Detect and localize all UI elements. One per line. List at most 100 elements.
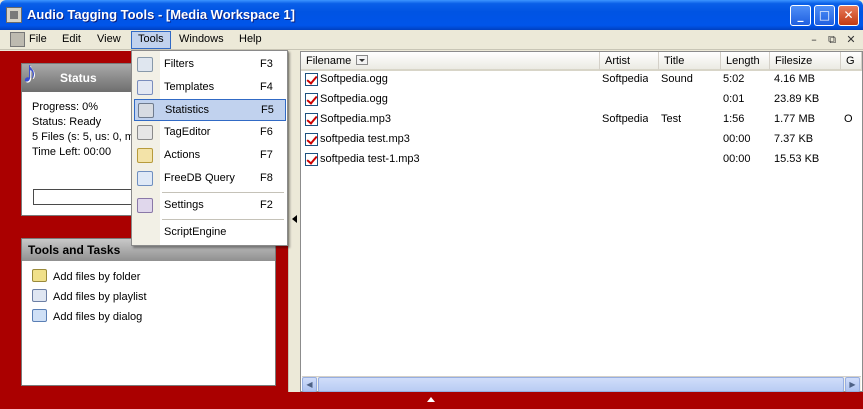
menu-item-shortcut: F4: [260, 81, 273, 93]
table-row[interactable]: Softpedia.ogg 0:01 23.89 KB: [301, 91, 862, 111]
mdi-restore-button[interactable]: ⧉: [825, 33, 839, 47]
row-checkbox[interactable]: [305, 113, 318, 126]
mdi-minimize-button[interactable]: –: [807, 33, 821, 47]
column-title[interactable]: Title: [659, 52, 721, 71]
cell-filesize: 1.77 MB: [774, 113, 815, 125]
menu-view[interactable]: View: [91, 31, 127, 49]
table-row[interactable]: Softpedia.ogg Softpedia Sound 5:02 4.16 …: [301, 71, 862, 91]
menu-help[interactable]: Help: [233, 31, 268, 49]
task-label: Add files by folder: [53, 271, 141, 283]
template-icon: [137, 80, 153, 95]
cell-length: 1:56: [723, 113, 745, 125]
menu-item-scriptengine[interactable]: ScriptEngine: [134, 222, 286, 244]
scroll-left-button[interactable]: ◀: [302, 377, 317, 392]
status-header-label: Status: [60, 71, 97, 85]
expand-up-icon[interactable]: [427, 397, 435, 402]
menu-item-actions[interactable]: Actions F7: [134, 145, 286, 167]
cell-artist: Softpedia: [602, 113, 649, 125]
bottom-splitter[interactable]: [0, 392, 863, 409]
cell-length: 5:02: [723, 73, 745, 85]
menu-item-freedb-query[interactable]: FreeDB Query F8: [134, 168, 286, 190]
file-list: Filename Artist Title Length Filesize G …: [300, 51, 863, 392]
cell-extra: O: [844, 113, 853, 125]
cell-length: 00:00: [723, 133, 751, 145]
music-note-icon: ♪: [22, 56, 37, 89]
row-checkbox[interactable]: [305, 133, 318, 146]
menu-item-label: Filters: [164, 58, 194, 70]
menu-item-label: Settings: [164, 199, 204, 211]
menu-item-shortcut: F3: [260, 58, 273, 70]
column-dropdown-icon[interactable]: [356, 55, 369, 65]
minimize-button[interactable]: _: [790, 5, 811, 26]
scroll-right-button[interactable]: ▶: [845, 377, 860, 392]
actions-icon: [137, 148, 153, 163]
row-checkbox[interactable]: [305, 153, 318, 166]
scroll-thumb[interactable]: [318, 377, 844, 392]
task-label: Add files by dialog: [53, 311, 143, 323]
menu-item-shortcut: F2: [260, 199, 273, 211]
menu-item-label: Statistics: [165, 104, 210, 116]
pane-splitter[interactable]: [288, 51, 300, 392]
title-bar: Audio Tagging Tools - [Media Workspace 1…: [0, 0, 863, 30]
folder-icon: [32, 269, 47, 282]
menu-tools[interactable]: Tools: [131, 31, 171, 49]
column-extra[interactable]: G: [841, 52, 862, 71]
task-add-by-playlist[interactable]: Add files by playlist: [32, 289, 147, 305]
menu-item-shortcut: F8: [260, 172, 273, 184]
column-length[interactable]: Length: [721, 52, 770, 71]
menu-item-label: TagEditor: [164, 126, 211, 138]
menu-item-shortcut: F5: [261, 104, 274, 116]
task-add-by-dialog[interactable]: Add files by dialog: [32, 309, 142, 325]
statistics-icon: [138, 103, 154, 118]
task-add-by-folder[interactable]: Add files by folder: [32, 269, 140, 285]
menu-item-tageditor[interactable]: TagEditor F6: [134, 122, 286, 144]
menu-item-label: Templates: [164, 81, 215, 93]
freedb-icon: [137, 171, 153, 186]
table-row[interactable]: softpedia test.mp3 00:00 7.37 KB: [301, 131, 862, 151]
menu-separator: [162, 192, 284, 193]
menu-separator: [162, 219, 284, 220]
menu-item-templates[interactable]: Templates F4: [134, 77, 286, 99]
cell-filename: Softpedia.ogg: [320, 73, 388, 85]
app-icon[interactable]: [6, 7, 22, 23]
menu-item-label: Actions: [164, 149, 201, 161]
table-row[interactable]: softpedia test-1.mp3 00:00 15.53 KB: [301, 151, 862, 171]
menu-file[interactable]: File: [23, 31, 53, 49]
menu-windows[interactable]: Windows: [173, 31, 230, 49]
settings-icon: [137, 198, 153, 213]
horizontal-scrollbar[interactable]: ◀ ▶: [302, 376, 861, 392]
cell-filename: Softpedia.mp3: [320, 113, 391, 125]
menu-item-settings[interactable]: Settings F2: [134, 195, 286, 217]
table-row[interactable]: Softpedia.mp3 Softpedia Test 1:56 1.77 M…: [301, 111, 862, 131]
maximize-button[interactable]: □: [814, 5, 835, 26]
window-title: Audio Tagging Tools - [Media Workspace 1…: [27, 7, 295, 22]
menu-item-label: FreeDB Query: [164, 172, 235, 184]
row-checkbox[interactable]: [305, 93, 318, 106]
menu-item-statistics[interactable]: Statistics F5: [134, 99, 286, 121]
menu-bar: File Edit View Tools Windows Help – ⧉ ✕: [0, 30, 863, 50]
close-button[interactable]: ✕: [838, 5, 859, 26]
tasks-panel: Tools and Tasks Add files by folder Add …: [21, 238, 276, 386]
column-filesize[interactable]: Filesize: [770, 52, 841, 71]
column-artist[interactable]: Artist: [600, 52, 659, 71]
tag-editor-icon: [137, 125, 153, 140]
dialog-icon: [32, 309, 47, 322]
mdi-close-button[interactable]: ✕: [844, 33, 858, 47]
menu-item-filters[interactable]: Filters F3: [134, 54, 286, 76]
cell-filename: softpedia test-1.mp3: [320, 153, 420, 165]
cell-filesize: 23.89 KB: [774, 93, 820, 105]
playlist-icon: [32, 289, 47, 302]
menu-item-shortcut: F7: [260, 149, 273, 161]
collapse-left-icon[interactable]: [292, 215, 297, 223]
menu-item-label: ScriptEngine: [164, 226, 227, 238]
cell-filesize: 7.37 KB: [774, 133, 814, 145]
cell-filename: softpedia test.mp3: [320, 133, 410, 145]
cell-title: Sound: [661, 73, 693, 85]
row-checkbox[interactable]: [305, 73, 318, 86]
cell-filesize: 4.16 MB: [774, 73, 815, 85]
filter-icon: [137, 57, 153, 72]
cell-artist: Softpedia: [602, 73, 649, 85]
menu-edit[interactable]: Edit: [56, 31, 87, 49]
cell-length: 00:00: [723, 153, 751, 165]
column-filename[interactable]: Filename: [301, 52, 600, 71]
